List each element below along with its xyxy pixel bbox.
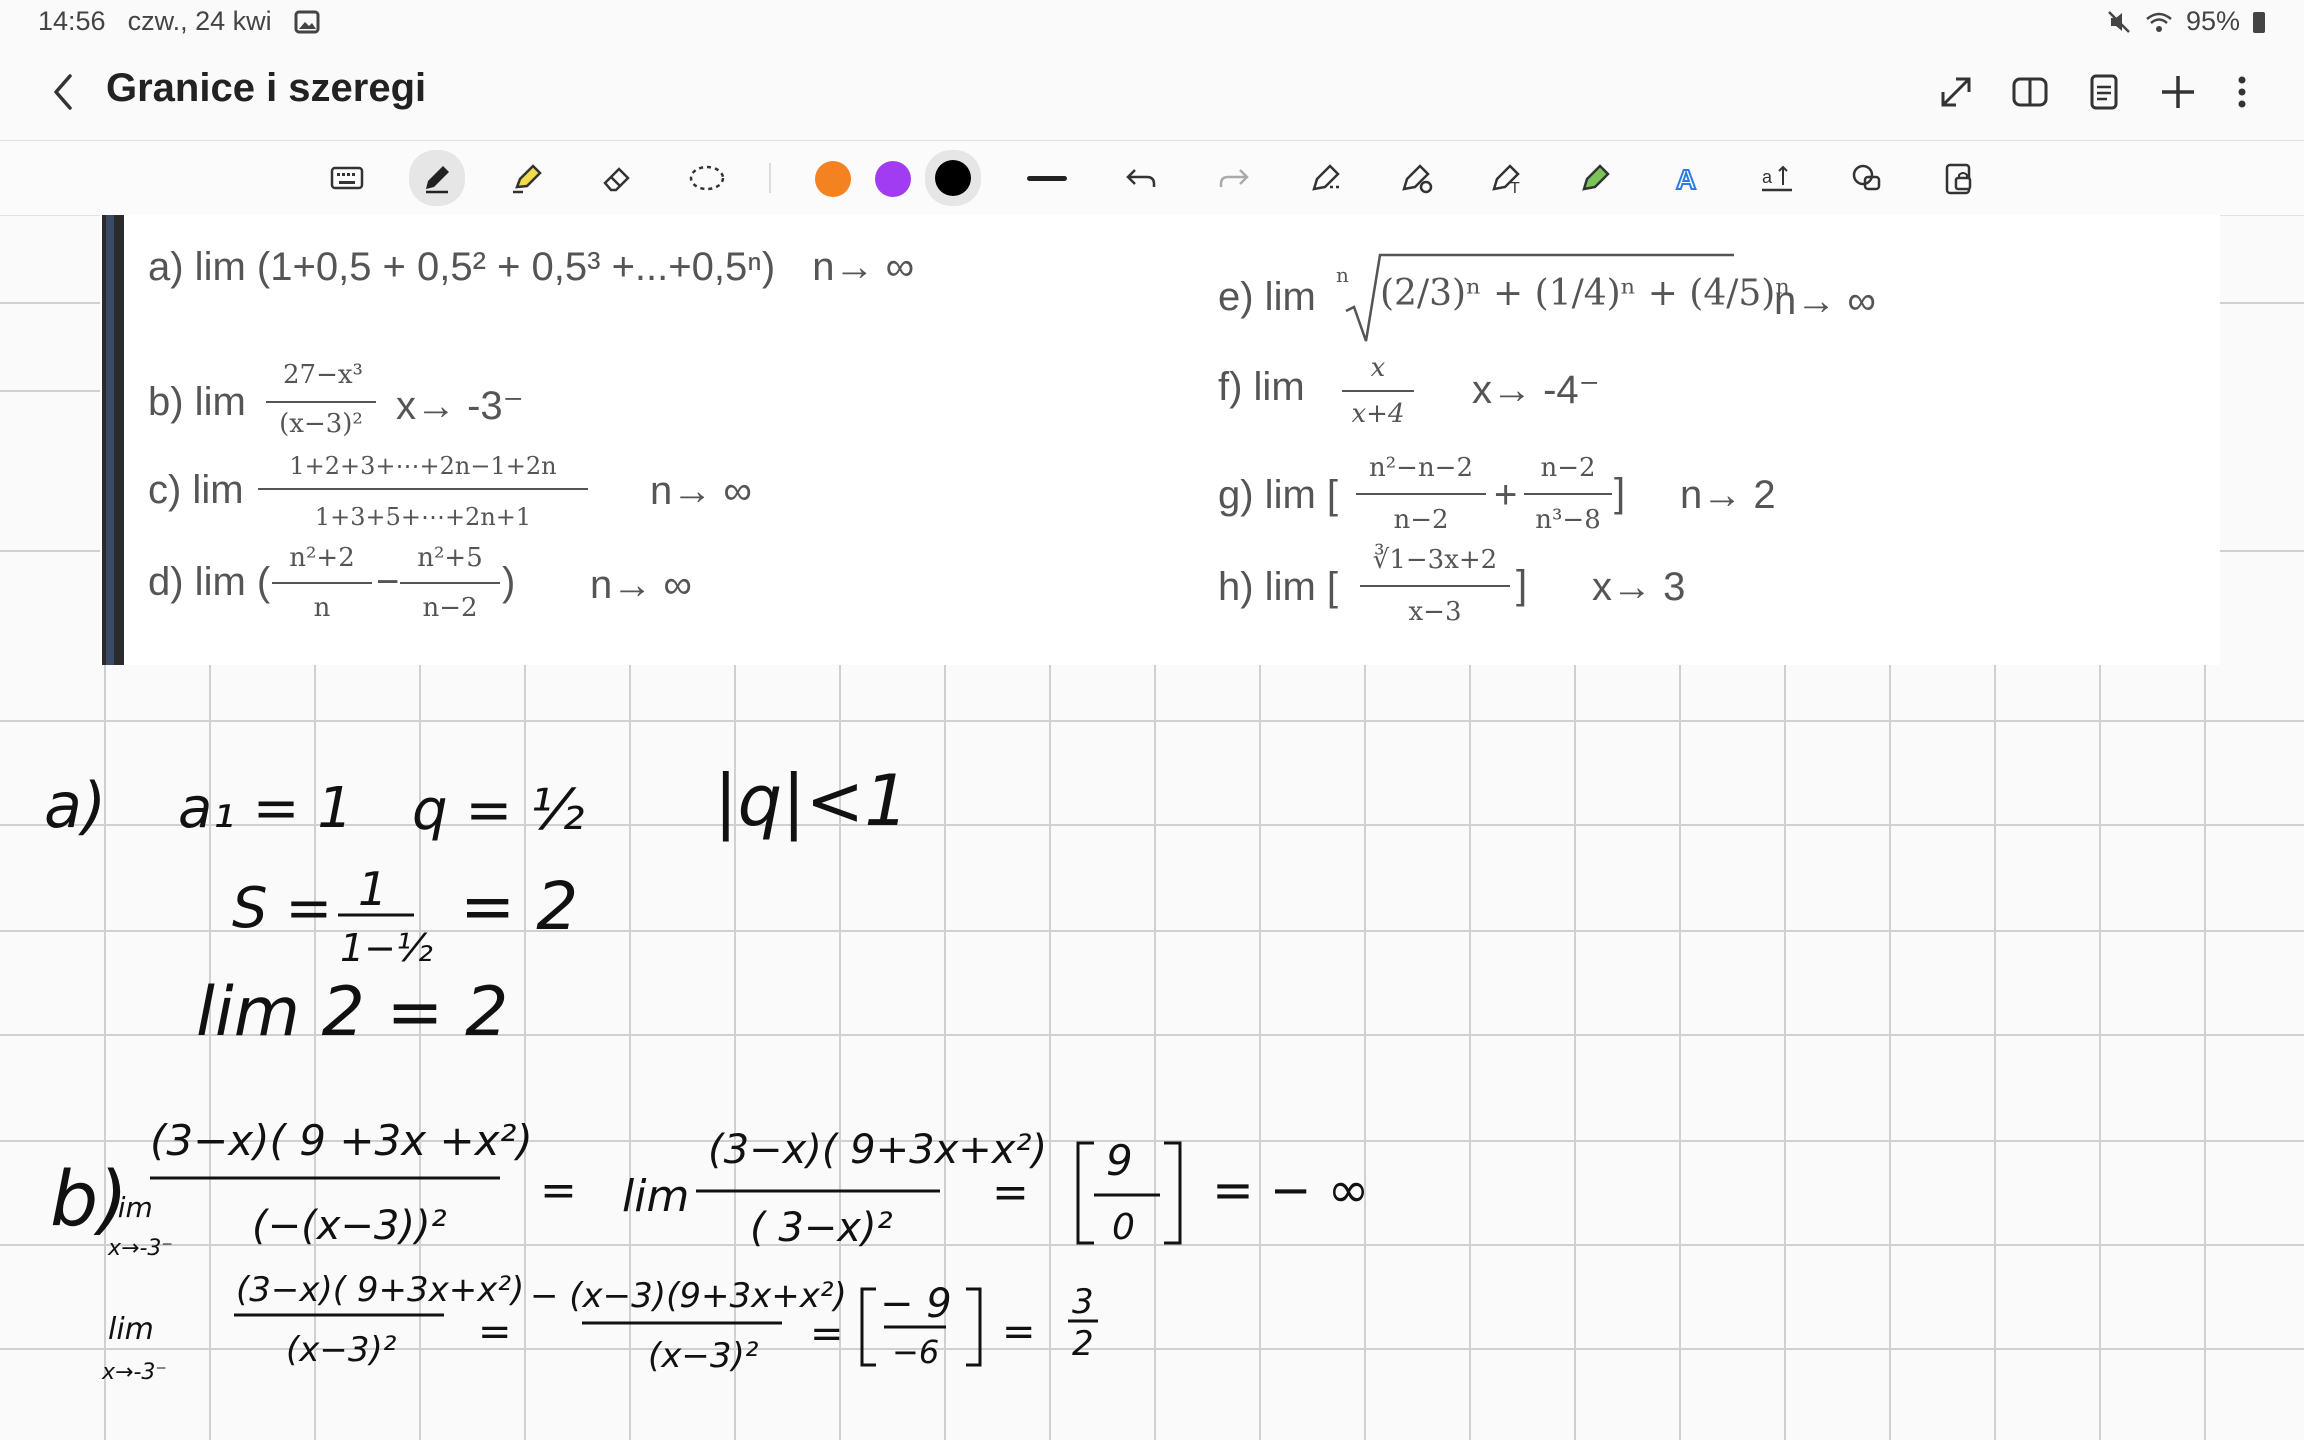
hw-s-eq: = 2	[460, 868, 578, 945]
hw-q-abs: |q|<1	[714, 760, 909, 842]
status-bar: 14:56 czw., 24 kwi 95%	[0, 0, 2304, 44]
svg-text:a: a	[1762, 167, 1773, 187]
highlighter-icon[interactable]	[501, 152, 553, 204]
hw-b2-br-den: −6	[892, 1333, 939, 1371]
hw-lim-1: lim	[110, 1191, 153, 1224]
redo-icon[interactable]	[1208, 152, 1260, 204]
hw-b-bracket-left	[1076, 1141, 1094, 1245]
hw-b-br-num: 9	[1106, 1136, 1133, 1185]
lock-icon[interactable]	[1933, 152, 1985, 204]
wifi-icon	[2146, 12, 2172, 32]
back-chevron-icon[interactable]	[44, 68, 84, 116]
color-swatch-black[interactable]	[925, 150, 981, 206]
expand-icon[interactable]	[1934, 70, 1978, 114]
hw-s-den: 1−½	[340, 926, 433, 970]
hw-b-eq2: =	[992, 1167, 1029, 1218]
svg-text:T: T	[1510, 180, 1520, 195]
hw-lim-1b: lim	[622, 1171, 689, 1222]
handwriting-icon[interactable]: A	[1661, 152, 1713, 204]
shapes-icon[interactable]	[1841, 152, 1893, 204]
app-header: Granice i szeregi	[0, 44, 2304, 140]
text-format-icon[interactable]: a	[1751, 152, 1803, 204]
pen-icon[interactable]	[409, 150, 465, 206]
drawing-toolbar: T A a	[0, 140, 2304, 216]
clock: 14:56	[38, 6, 106, 36]
hw-lim-line: lim 2 = 2	[196, 973, 508, 1052]
hw-b2-eq2: =	[810, 1311, 844, 1357]
undo-icon[interactable]	[1115, 152, 1167, 204]
hw-b-result: = − ∞	[1212, 1161, 1369, 1219]
hw-b2-den2: (x−3)²	[648, 1336, 759, 1376]
hw-b-eq1: =	[540, 1165, 577, 1216]
more-icon[interactable]	[2220, 70, 2264, 114]
hw-b-bracket-right	[1164, 1141, 1182, 1245]
color-swatch-orange[interactable]	[815, 161, 851, 197]
hw-b2-bracket-left	[860, 1287, 876, 1367]
battery-icon	[2253, 11, 2265, 33]
hw-b2-br-num: − 9	[880, 1281, 952, 1327]
text-pen-icon[interactable]: T	[1481, 152, 1533, 204]
eraser-icon[interactable]	[591, 152, 643, 204]
hw-b2-bracket-right	[966, 1287, 982, 1367]
battery-level: 95%	[2185, 6, 2240, 36]
hw-s-left: S =	[232, 876, 332, 941]
hw-lim-sub-1: x→-3⁻	[107, 1236, 173, 1261]
page-title: Granice i szeregi	[106, 66, 427, 110]
hw-b2-num2: − (x−3)(9+3x+x²)	[530, 1276, 847, 1316]
hw-b2-result-den: 2	[1072, 1324, 1094, 1364]
hw-q: q = ½	[412, 778, 584, 843]
hw-b-num1: (3−x)( 9 +3x +x²)	[150, 1116, 533, 1165]
hw-b-br-den: 0	[1112, 1207, 1135, 1248]
color-swatch-purple[interactable]	[875, 161, 911, 197]
hw-b2-den1: (x−3)²	[286, 1330, 397, 1370]
note-canvas[interactable]: a) lim (1+0,5 + 0,5² + 0,5³ +...+0,5ⁿ) n…	[0, 215, 2304, 1440]
book-view-icon[interactable]	[2008, 70, 2052, 114]
hw-lim-2: lim	[108, 1312, 154, 1347]
hw-b2-eq3: =	[1002, 1309, 1036, 1355]
hw-lim-sub-2: x→-3⁻	[101, 1360, 167, 1385]
shape-pen-icon[interactable]	[1301, 152, 1353, 204]
hw-s-num: 1	[358, 862, 387, 916]
page-icon[interactable]	[2082, 70, 2126, 114]
hw-b2-result: 3	[1072, 1282, 1094, 1322]
keyboard-icon[interactable]	[321, 152, 373, 204]
handwritten-notes: a) a₁ = 1 q = ½ |q|<1 S = 1 1−½ = 2 lim …	[44, 760, 1369, 1385]
mute-icon	[2108, 10, 2130, 33]
toolbar-divider	[769, 163, 771, 193]
stroke-width-icon[interactable]	[1021, 152, 1073, 204]
hw-b2-eq1: =	[478, 1309, 512, 1355]
hw-b-den2: ( 3−x)²	[750, 1205, 893, 1251]
hw-b-den1: (−(x−3))²	[252, 1203, 447, 1249]
gallery-icon	[294, 10, 320, 33]
hw-a1: a₁ = 1	[178, 776, 353, 841]
hw-a-label: a)	[44, 769, 106, 842]
shape-fill-icon[interactable]	[1391, 152, 1443, 204]
hw-b2-num1: (3−x)( 9+3x+x²)	[236, 1270, 524, 1310]
add-icon[interactable]	[2156, 70, 2200, 114]
marker-icon[interactable]	[1571, 152, 1623, 204]
date: czw., 24 kwi	[127, 6, 272, 36]
lasso-icon[interactable]	[681, 152, 733, 204]
svg-text:A: A	[1676, 164, 1696, 195]
